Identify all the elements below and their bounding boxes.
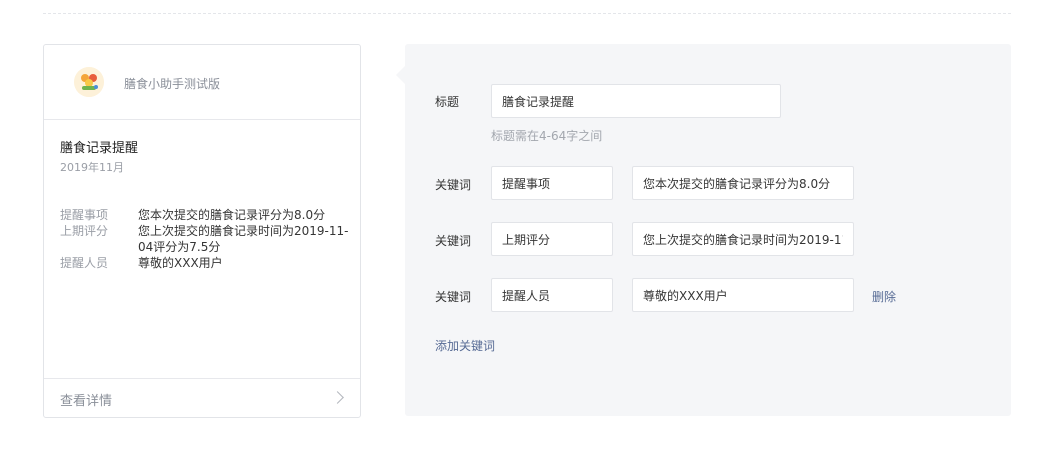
keyword-label: 关键词 [435, 290, 472, 304]
app-name: 膳食小助手测试版 [124, 77, 221, 91]
app-avatar [74, 67, 104, 97]
keyword-value-input[interactable] [632, 278, 854, 312]
preview-field-list: 提醒事项 您本次提交的膳食记录评分为8.0分 上期评分 您上次提交的膳食记录时间… [60, 207, 350, 271]
keyword-value-input[interactable] [632, 222, 854, 256]
preview-field-key: 上期评分 [60, 224, 109, 238]
title-label: 标题 [435, 95, 460, 109]
preview-field-key: 提醒人员 [60, 256, 109, 270]
template-editor-panel: 标题 标题需在4-64字之间 关键词 关键词 关键词 删除 添加关键词 [405, 44, 1011, 416]
view-details-label: 查看详情 [60, 394, 113, 409]
template-date: 2019年11月 [60, 161, 124, 174]
preview-field-row: 提醒事项 您本次提交的膳食记录评分为8.0分 [60, 207, 350, 223]
add-keyword-button[interactable]: 添加关键词 [435, 337, 495, 354]
food-logo-icon [74, 67, 104, 97]
title-hint: 标题需在4-64字之间 [491, 129, 603, 143]
keyword-name-input[interactable] [491, 222, 613, 256]
message-preview-card: 膳食小助手测试版 膳食记录提醒 2019年11月 提醒事项 您本次提交的膳食记录… [43, 44, 361, 418]
preview-field-row: 提醒人员 尊敬的XXX用户 [60, 255, 350, 271]
keyword-label: 关键词 [435, 178, 472, 192]
chevron-right-icon [331, 391, 344, 404]
card-header: 膳食小助手测试版 [44, 45, 360, 120]
keyword-name-input[interactable] [491, 166, 613, 200]
preview-field-value: 您本次提交的膳食记录评分为8.0分 [138, 208, 326, 222]
template-title: 膳食记录提醒 [60, 141, 139, 156]
panel-pointer [396, 66, 405, 84]
keyword-label: 关键词 [435, 234, 472, 248]
preview-field-key: 提醒事项 [60, 208, 109, 222]
preview-field-value: 您上次提交的膳食记录时间为2019-11-04评分为7.5分 [138, 224, 349, 254]
preview-field-row: 上期评分 您上次提交的膳食记录时间为2019-11-04评分为7.5分 [60, 223, 350, 255]
preview-field-value: 尊敬的XXX用户 [138, 256, 223, 270]
delete-keyword-button[interactable]: 删除 [872, 288, 896, 305]
keyword-name-input[interactable] [491, 278, 613, 312]
title-input[interactable] [491, 84, 781, 118]
view-details-link[interactable]: 查看详情 [44, 378, 360, 417]
keyword-value-input[interactable] [632, 166, 854, 200]
top-divider [43, 13, 1011, 14]
